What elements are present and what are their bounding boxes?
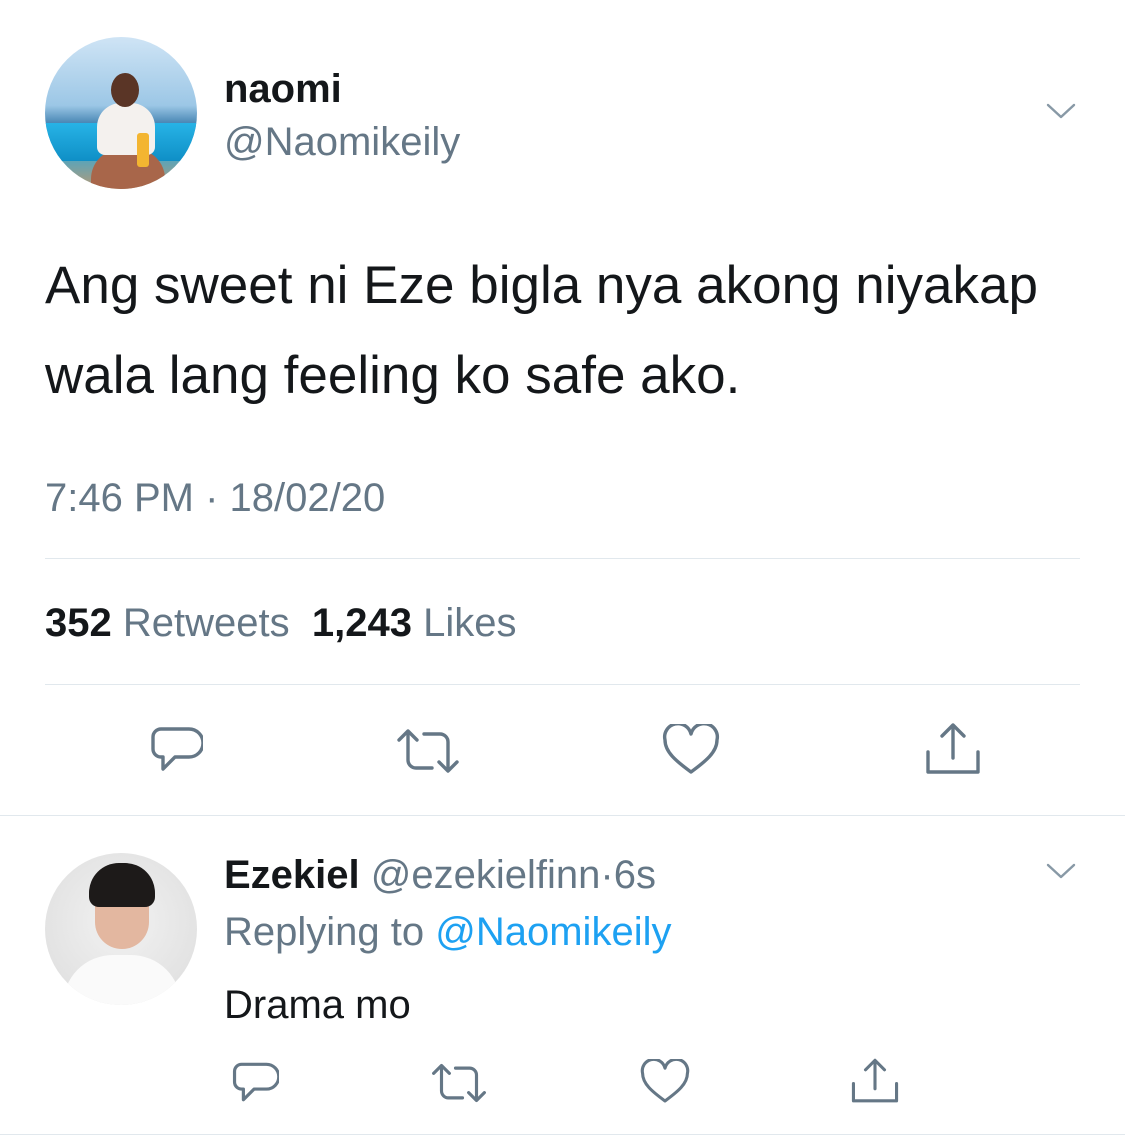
reply-display-name[interactable]: Ezekiel (224, 853, 360, 897)
divider (45, 558, 1080, 559)
reply-time[interactable]: 6s (614, 853, 656, 897)
likes-count: 1,243 (311, 601, 412, 645)
heart-icon[interactable] (662, 724, 720, 776)
divider (45, 684, 1080, 685)
tweet-text: Ang sweet ni Eze bigla nya akong niyakap… (45, 256, 1038, 405)
tweet-stats: 352 Retweets 1,243 Likes (45, 601, 516, 645)
avatar-drink (137, 133, 149, 167)
share-icon[interactable] (924, 722, 982, 776)
author-handle[interactable]: @Naomikeily (224, 120, 460, 164)
avatar-figure (91, 149, 165, 189)
reply-author-avatar[interactable] (45, 853, 197, 1005)
retweets-label: Retweets (122, 601, 290, 645)
author-display-name[interactable]: naomi (224, 67, 342, 111)
retweet-icon[interactable] (431, 1061, 487, 1105)
reply-icon[interactable] (229, 1059, 279, 1105)
author-avatar[interactable] (45, 37, 197, 189)
replying-to: Replying to @Naomikeily (224, 910, 671, 954)
chevron-down-icon[interactable] (1046, 862, 1076, 880)
reply-handle[interactable]: @ezekielfinn (371, 853, 601, 897)
divider (0, 1134, 1125, 1135)
heart-icon[interactable] (640, 1059, 690, 1105)
divider (0, 815, 1125, 816)
share-icon[interactable] (850, 1057, 900, 1105)
reply-text: Drama mo (224, 983, 411, 1027)
retweets-stat[interactable]: 352 Retweets (45, 601, 290, 645)
retweet-icon[interactable] (396, 726, 460, 776)
avatar-figure-hair (89, 863, 155, 907)
likes-label: Likes (423, 601, 517, 645)
reply-header: Ezekiel @ezekielfinn·6s (224, 853, 656, 897)
likes-stat[interactable]: 1,243 Likes (312, 601, 517, 645)
avatar-figure-shirt (63, 955, 181, 1005)
replying-to-label: Replying to (224, 910, 425, 954)
replying-to-mention-link[interactable]: @Naomikeily (435, 910, 671, 954)
tweet-timestamp[interactable]: 7:46 PM · 18/02/20 (45, 476, 385, 520)
reply-separator: · (600, 853, 614, 897)
chevron-down-icon[interactable] (1046, 102, 1076, 120)
avatar-figure-head (111, 73, 139, 107)
retweets-count: 352 (45, 601, 112, 645)
reply-icon[interactable] (147, 723, 203, 775)
